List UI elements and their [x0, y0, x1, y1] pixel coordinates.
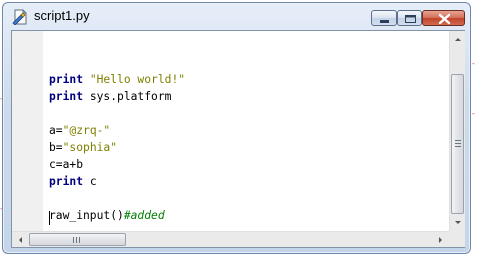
python-script-icon [12, 9, 28, 26]
vertical-scroll-thumb[interactable] [451, 74, 464, 214]
code-keyword: print [49, 175, 84, 188]
window-title: script1.py [34, 8, 90, 23]
code-string: "Hello world!" [89, 73, 186, 86]
code-string: "sophia" [62, 141, 118, 154]
grip-icon [73, 237, 82, 243]
close-icon [438, 13, 451, 25]
minimize-button[interactable] [371, 10, 397, 26]
chevron-down-icon [455, 221, 461, 224]
code-string: "@zrq-" [62, 124, 111, 137]
code-line: print sys.platform [49, 88, 185, 105]
horizontal-scroll-thumb[interactable] [29, 233, 126, 246]
code-line: b="sophia" [49, 139, 185, 156]
code-keyword: print [49, 90, 84, 103]
code-token: sys.platform [83, 90, 172, 103]
background-mark: - [472, 59, 475, 68]
minimize-icon [380, 20, 389, 23]
maximize-icon [405, 15, 416, 23]
editor-area[interactable]: print "Hello world!" print sys.platform a=… [11, 30, 465, 248]
code-comment: #added [123, 209, 165, 222]
code-line: c=a+b [49, 156, 185, 173]
chevron-left-icon [19, 237, 22, 243]
code-keyword: print [49, 73, 84, 86]
code-line: a="@zrq-" [49, 122, 185, 139]
chevron-up-icon [455, 38, 461, 41]
code-token: raw_input() [49, 209, 124, 222]
line-gutter [12, 31, 43, 231]
editor-window: script1.py print "Hello world!" print sys… [2, 2, 471, 254]
vertical-scrollbar[interactable] [449, 31, 465, 231]
code-token: a= [49, 124, 63, 137]
code-token: b= [49, 141, 63, 154]
code-token: c [83, 175, 97, 188]
code-text[interactable]: print "Hello world!" print sys.platform a=… [49, 54, 185, 224]
text-caret [49, 211, 50, 225]
scrollbar-corner [449, 231, 465, 247]
title-bar[interactable]: script1.py [3, 3, 470, 30]
maximize-button[interactable] [397, 10, 422, 26]
scroll-down-button[interactable] [450, 214, 466, 231]
close-button[interactable] [422, 10, 465, 26]
grip-icon [455, 140, 461, 149]
background-mark: - [472, 109, 475, 118]
code-line: print "Hello world!" [49, 71, 185, 88]
scroll-left-button[interactable] [12, 232, 29, 248]
scroll-up-button[interactable] [450, 31, 466, 48]
chevron-right-icon [439, 237, 442, 243]
code-token: c=a+b [49, 158, 84, 171]
scroll-right-button[interactable] [432, 232, 449, 248]
code-line: raw_input()#added [49, 207, 185, 224]
horizontal-scrollbar[interactable] [12, 231, 449, 247]
code-line: print c [49, 173, 185, 190]
